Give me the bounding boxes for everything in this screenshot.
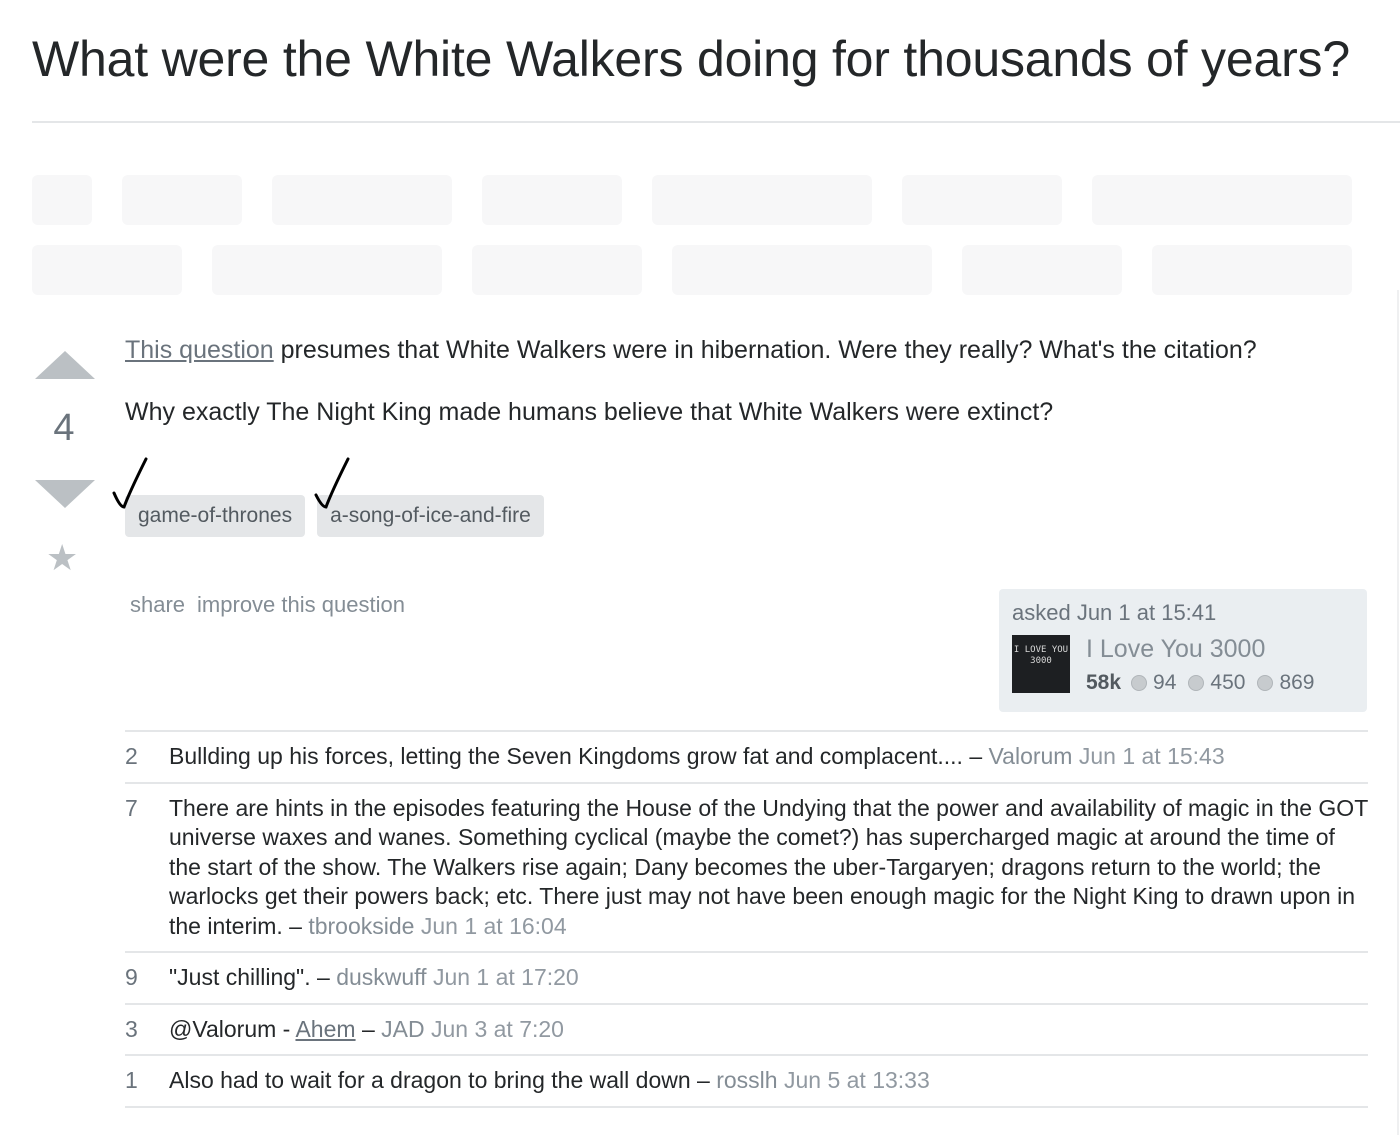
comment-user[interactable]: JAD: [381, 1016, 424, 1042]
comment-user[interactable]: duskwuff: [336, 964, 426, 990]
vote-count: 4: [53, 407, 75, 449]
user-name[interactable]: I Love You 3000: [1086, 635, 1265, 664]
comment-text: @Valorum -: [169, 1015, 296, 1042]
question-paragraph-1: This question presumes that White Walker…: [125, 333, 1290, 367]
user-stats: 58k 94 450 869: [1086, 671, 1321, 695]
gold-badge-count: 94: [1153, 671, 1177, 694]
comment-date[interactable]: Jun 1 at 15:43: [1079, 743, 1225, 769]
comment-score: 3: [125, 1015, 138, 1042]
page-title[interactable]: What were the White Walkers doing for th…: [32, 30, 1350, 88]
comment-score: 7: [125, 794, 138, 821]
comment-body: "Just chilling". – duskwuff Jun 1 at 17:…: [169, 963, 579, 993]
comment-text: "Just chilling". –: [169, 964, 337, 990]
bronze-badge-count: 869: [1279, 671, 1315, 694]
question-paragraph-2: Why exactly The Night King made humans b…: [125, 398, 1054, 426]
comment-date[interactable]: Jun 3 at 7:20: [431, 1016, 564, 1042]
comment: 1 Also had to wait for a dragon to bring…: [125, 1054, 1368, 1108]
downvote-icon[interactable]: [35, 480, 95, 508]
comment-body: @Valorum - Ahem – JAD Jun 3 at 7:20: [169, 1015, 564, 1045]
asked-timestamp: asked Jun 1 at 15:41: [1012, 600, 1217, 625]
question-link[interactable]: This question: [125, 336, 274, 364]
comment-date[interactable]: Jun 5 at 13:33: [784, 1067, 930, 1093]
upvote-icon[interactable]: [35, 351, 95, 379]
comment: 3 @Valorum - Ahem – JAD Jun 3 at 7:20: [125, 1002, 1368, 1055]
comment-text: Bullding up his forces, letting the Seve…: [169, 743, 989, 769]
comment-link[interactable]: Ahem: [295, 1016, 355, 1042]
bronze-badge-icon: [1257, 675, 1274, 691]
comment-body: Bullding up his forces, letting the Seve…: [169, 742, 1225, 772]
silver-badge-icon: [1188, 675, 1205, 691]
avatar[interactable]: I LOVE YOU 3000: [1012, 635, 1070, 693]
comment-user[interactable]: Valorum: [989, 743, 1073, 769]
improve-question-link[interactable]: improve this question: [197, 592, 405, 618]
comment: 7 There are hints in the episodes featur…: [125, 781, 1368, 952]
comment-user[interactable]: tbrookside: [308, 913, 414, 939]
comment-text: –: [355, 1015, 382, 1042]
comment-list: 2 Bullding up his forces, letting the Se…: [125, 730, 1368, 1108]
comment-score: 1: [125, 1067, 138, 1093]
share-link[interactable]: share: [130, 592, 185, 618]
title-divider: [32, 121, 1400, 123]
comment-date[interactable]: Jun 1 at 17:20: [433, 964, 579, 990]
comment-date[interactable]: Jun 1 at 16:04: [421, 913, 567, 939]
gold-badge-icon: [1131, 675, 1148, 691]
checkmark-icon: [314, 457, 350, 509]
sidebar-edge: [1397, 290, 1399, 1135]
user-card: asked Jun 1 at 15:41 I LOVE YOU 3000 I L…: [999, 589, 1367, 712]
comment-body: Also had to wait for a dragon to bring t…: [169, 1066, 930, 1096]
silver-badge-count: 450: [1210, 671, 1246, 694]
reputation: 58k: [1086, 671, 1122, 694]
comment-body: There are hints in the episodes featurin…: [169, 794, 1368, 942]
comment-score: 9: [125, 964, 138, 990]
comment-text: Also had to wait for a dragon to bring t…: [169, 1067, 717, 1093]
question-text-1: presumes that White Walkers were in hibe…: [273, 336, 1257, 364]
post-menu: share improve this question: [130, 592, 405, 618]
comment-score: 2: [125, 743, 138, 769]
comment: 9 "Just chilling". – duskwuff Jun 1 at 1…: [125, 951, 1368, 1003]
question-body: This question presumes that White Walker…: [125, 333, 1290, 457]
checkmark-icon: [112, 457, 148, 509]
favorite-star-icon[interactable]: ★: [46, 540, 78, 576]
comment-user[interactable]: rosslh: [716, 1067, 777, 1093]
blurred-banner: [32, 175, 1352, 295]
comment: 2 Bullding up his forces, letting the Se…: [125, 730, 1368, 782]
